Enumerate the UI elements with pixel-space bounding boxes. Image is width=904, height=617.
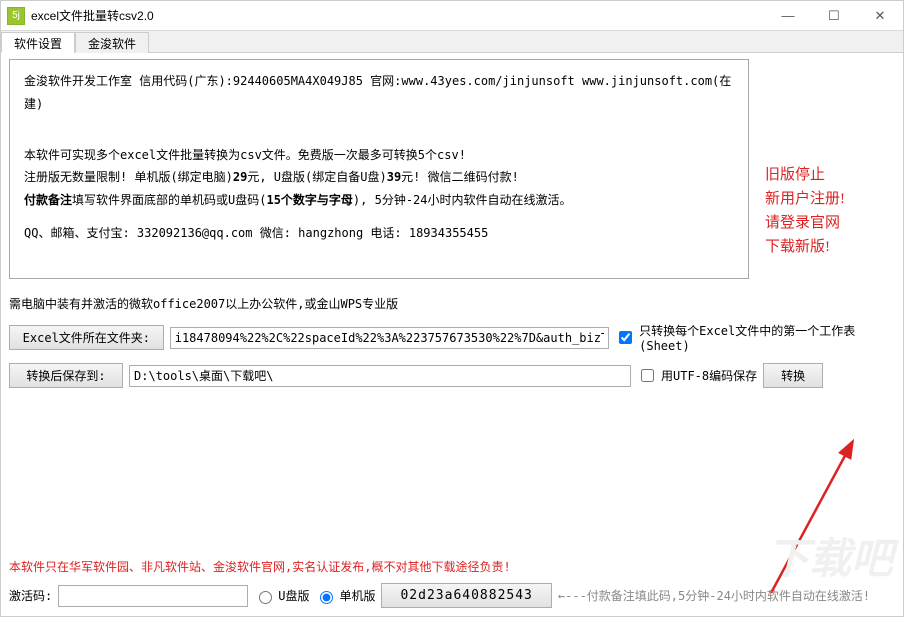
window-title: excel文件批量转csv2.0 xyxy=(31,7,765,24)
side-warning: 旧版停止 新用户注册! 请登录官网 下载新版! xyxy=(765,163,845,259)
app-icon: 5j xyxy=(7,7,25,25)
radio-usb-label: U盘版 xyxy=(278,587,309,604)
activation-code-input[interactable] xyxy=(58,585,248,607)
first-sheet-checkbox-label: 只转换每个Excel文件中的第一个工作表(Sheet) xyxy=(639,322,895,353)
minimize-button[interactable]: — xyxy=(765,1,811,30)
footer-warning: 本软件只在华军软件园、非凡软件站、金浚软件官网,实名认证发布,概不对其他下载途径… xyxy=(9,558,895,575)
tab-jinjun[interactable]: 金浚软件 xyxy=(75,32,149,53)
tab-strip: 软件设置 金浚软件 xyxy=(1,31,903,53)
radio-local[interactable]: 单机版 xyxy=(315,587,375,604)
utf8-checkbox-label: 用UTF-8编码保存 xyxy=(661,367,757,384)
radio-local-label: 单机版 xyxy=(339,587,375,604)
dest-folder-input[interactable] xyxy=(129,365,631,387)
info-line4: QQ、邮箱、支付宝: 332092136@qq.com 微信: hangzhon… xyxy=(24,222,734,245)
requirements-text: 需电脑中装有并激活的微软office2007以上办公软件,或金山WPS专业版 xyxy=(9,295,895,312)
radio-usb[interactable]: U盘版 xyxy=(254,587,309,604)
source-folder-input[interactable] xyxy=(170,327,609,349)
choose-dest-button[interactable]: 转换后保存到: xyxy=(9,363,123,388)
activation-label: 激活码: xyxy=(9,587,52,604)
first-sheet-checkbox[interactable]: 只转换每个Excel文件中的第一个工作表(Sheet) xyxy=(615,322,895,353)
close-button[interactable]: ✕ xyxy=(857,1,903,30)
choose-source-button[interactable]: Excel文件所在文件夹: xyxy=(9,325,164,350)
titlebar: 5j excel文件批量转csv2.0 — ☐ ✕ xyxy=(1,1,903,31)
info-line1: 本软件可实现多个excel文件批量转换为csv文件。免费版一次最多可转换5个cs… xyxy=(24,144,734,167)
row-source-folder: Excel文件所在文件夹: 只转换每个Excel文件中的第一个工作表(Sheet… xyxy=(9,322,895,353)
utf8-checkbox[interactable]: 用UTF-8编码保存 xyxy=(637,366,757,385)
radio-usb-input[interactable] xyxy=(259,591,272,604)
first-sheet-checkbox-input[interactable] xyxy=(619,331,632,344)
window-controls: — ☐ ✕ xyxy=(765,1,903,30)
convert-button[interactable]: 转换 xyxy=(763,363,823,388)
machine-code-box: 02d23a640882543 xyxy=(381,583,551,608)
footer-row: 激活码: U盘版 单机版 02d23a640882543 ←---付款备注填此码… xyxy=(9,583,895,608)
tab-settings[interactable]: 软件设置 xyxy=(1,32,75,53)
utf8-checkbox-input[interactable] xyxy=(641,369,654,382)
info-topline: 金浚软件开发工作室 信用代码(广东):92440605MA4X049J85 官网… xyxy=(24,70,734,116)
info-panel: 金浚软件开发工作室 信用代码(广东):92440605MA4X049J85 官网… xyxy=(9,59,749,279)
footer-area: 本软件只在华军软件园、非凡软件站、金浚软件官网,实名认证发布,概不对其他下载途径… xyxy=(9,558,895,608)
info-line3: 付款备注填写软件界面底部的单机码或U盘码(15个数字与字母), 5分钟-24小时… xyxy=(24,189,734,212)
content-area: 金浚软件开发工作室 信用代码(广东):92440605MA4X049J85 官网… xyxy=(1,53,903,394)
radio-local-input[interactable] xyxy=(320,591,333,604)
info-line2: 注册版无数量限制! 单机版(绑定电脑)29元, U盘版(绑定自备U盘)39元! … xyxy=(24,166,734,189)
maximize-button[interactable]: ☐ xyxy=(811,1,857,30)
footer-hint: ←---付款备注填此码,5分钟-24小时内软件自动在线激活! xyxy=(558,587,870,604)
row-dest-folder: 转换后保存到: 用UTF-8编码保存 转换 xyxy=(9,363,895,388)
